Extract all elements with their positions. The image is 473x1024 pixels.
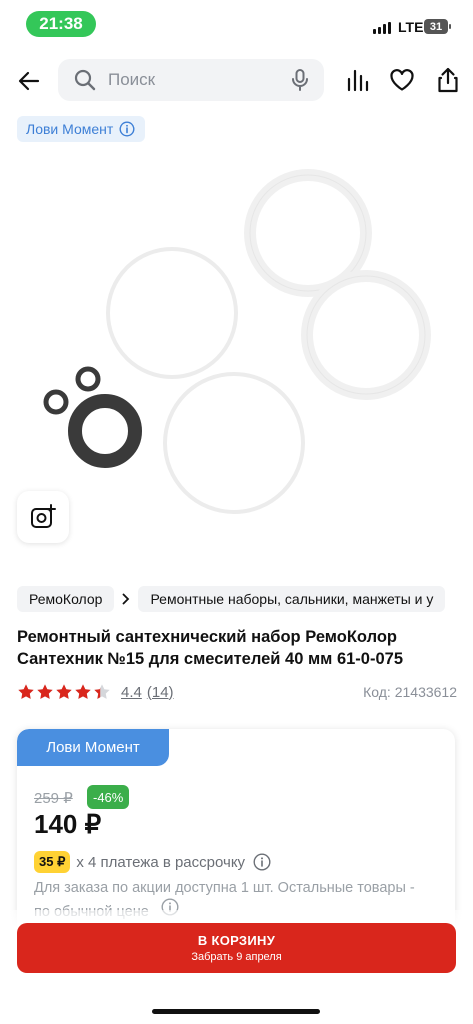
chevron-right-icon [114,593,138,605]
microphone-icon[interactable] [290,69,310,91]
promo-card-tag[interactable]: Лови Момент [17,729,169,766]
price-card: Лови Момент 259 ₽ -46% 140 ₽ 35 ₽ х 4 пл… [17,729,455,939]
promo-tag[interactable]: Лови Момент [17,116,146,142]
cart-button-label: В КОРЗИНУ [197,933,276,948]
info-icon[interactable] [253,853,271,871]
search-box[interactable] [58,59,324,101]
add-to-cart-button[interactable]: В КОРЗИНУ Забрать 9 апреля [17,923,456,973]
rating-stars [17,683,111,701]
old-price: 259 ₽ [34,790,73,807]
rating-row: 4.4 (14) Код: 21433612 [17,681,457,703]
reviews-count[interactable]: (14) [147,684,174,701]
breadcrumb-category[interactable]: Ремонтные наборы, сальники, манжеты и у [138,585,446,612]
star-icon [37,684,53,699]
promo-tag-label: Лови Момент [26,121,114,137]
search-icon [74,68,98,92]
status-time: 21:38 [26,11,96,37]
current-price: 140 ₽ [34,809,102,839]
share-icon [438,67,458,93]
battery-icon: 31 [424,19,448,34]
compare-button[interactable] [343,66,371,94]
favorite-button[interactable] [388,66,416,94]
star-icon [56,684,72,699]
status-bar: 21:38 LTE 31 [0,0,473,48]
rating-value[interactable]: 4.4 [121,684,142,701]
product-title: Ремонтный сантехнический набор РемоКолор… [17,628,403,668]
installment-amount: 35 ₽ [34,851,71,873]
star-icon [94,684,110,699]
home-indicator [152,1009,320,1014]
discount-badge: -46% [87,785,130,809]
info-icon [119,121,135,137]
network-type: LTE [398,19,424,35]
product-code: Код: 21433612 [363,684,457,700]
share-button[interactable] [434,66,462,94]
compare-icon [347,69,369,92]
breadcrumb-brand[interactable]: РемоКолор [17,585,115,612]
installment-row[interactable]: 35 ₽ х 4 платежа в рассрочку [34,850,271,874]
battery-cap [449,24,451,29]
star-icon [18,684,34,699]
find-similar-button[interactable] [17,491,69,543]
back-arrow-icon [18,71,40,91]
search-input[interactable] [106,69,280,91]
star-icon [75,684,91,699]
breadcrumb: РемоКолор Ремонтные наборы, сальники, ма… [17,585,446,612]
cart-button-sublabel: Забрать 9 апреля [191,951,282,963]
camera-search-icon [31,504,56,528]
installment-text: х 4 платежа в рассрочку [76,853,246,871]
signal-icon [373,22,391,34]
heart-icon [390,69,414,91]
product-image[interactable] [0,150,473,570]
back-button[interactable] [14,66,44,96]
